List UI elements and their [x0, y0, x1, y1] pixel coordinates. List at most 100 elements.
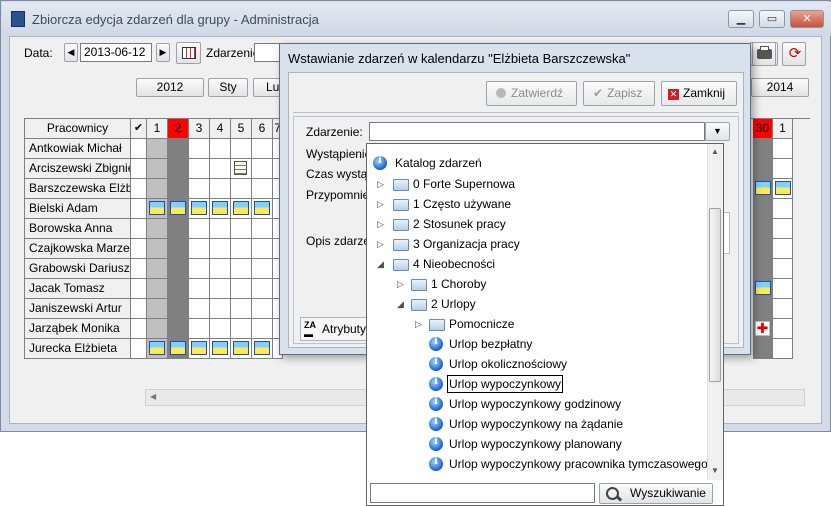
day-cell[interactable]: [773, 179, 793, 199]
close-window-button[interactable]: ✕: [790, 10, 824, 28]
day-cell[interactable]: [147, 259, 168, 279]
employee-name[interactable]: Bielski Adam: [25, 199, 131, 219]
expand-arrow[interactable]: ▷: [415, 319, 422, 330]
day-cell[interactable]: [753, 239, 773, 259]
day-cell[interactable]: [252, 299, 273, 319]
day-cell[interactable]: [753, 339, 773, 359]
day-cell[interactable]: [773, 279, 793, 299]
employee-name[interactable]: Jacak Tomasz: [25, 279, 131, 299]
day-cell[interactable]: [231, 319, 252, 339]
day-cell[interactable]: [189, 199, 210, 219]
day-cell[interactable]: [252, 279, 273, 299]
event-marker-icon[interactable]: [170, 341, 186, 355]
tree-item-urlop-na-zadanie[interactable]: Urlop wypoczynkowy na żądanie: [449, 416, 623, 432]
tree-item-pomocnicze[interactable]: Pomocnicze: [449, 316, 514, 332]
day-cell[interactable]: [252, 239, 273, 259]
day-cell[interactable]: [189, 219, 210, 239]
day-cell[interactable]: [231, 179, 252, 199]
day-cell[interactable]: [147, 239, 168, 259]
event-marker-icon[interactable]: [233, 341, 249, 355]
day-cell[interactable]: [231, 259, 252, 279]
day-cell[interactable]: [147, 179, 168, 199]
day-cell[interactable]: [168, 279, 189, 299]
minimize-button[interactable]: ▁: [728, 10, 754, 28]
row-checkbox-cell[interactable]: [131, 219, 147, 239]
day-cell[interactable]: [168, 299, 189, 319]
year-left-button[interactable]: 2012: [136, 78, 204, 97]
row-checkbox-cell[interactable]: [131, 319, 147, 339]
day-cell[interactable]: [210, 259, 231, 279]
tree-item-forte[interactable]: 0 Forte Supernowa: [413, 176, 515, 192]
day-cell[interactable]: [252, 159, 273, 179]
collapse-arrow[interactable]: ◢: [377, 259, 384, 270]
row-checkbox-cell[interactable]: [131, 159, 147, 179]
day-cell[interactable]: [773, 199, 793, 219]
day-cell[interactable]: [189, 299, 210, 319]
event-marker-icon[interactable]: [755, 181, 771, 195]
tree-item-urlop-bezplatny[interactable]: Urlop bezpłatny: [449, 336, 532, 352]
day-header-2[interactable]: 2: [168, 119, 189, 139]
day-cell[interactable]: [189, 179, 210, 199]
scroll-down-arrow[interactable]: ▼: [711, 466, 719, 475]
employee-name[interactable]: Jurecka Elżbieta: [25, 339, 131, 359]
day-cell[interactable]: [252, 259, 273, 279]
collapse-arrow[interactable]: ◢: [397, 299, 404, 310]
day-cell[interactable]: [210, 219, 231, 239]
day-cell[interactable]: [189, 279, 210, 299]
tree-item-urlop-tymczasowego[interactable]: Urlop wypoczynkowy pracownika tymczasowe…: [449, 456, 707, 472]
day-header-30[interactable]: 30: [753, 119, 773, 139]
day-cell[interactable]: [753, 299, 773, 319]
sick-leave-icon[interactable]: ✚: [755, 321, 770, 336]
confirm-button[interactable]: Zatwierdź: [486, 81, 577, 106]
employee-name[interactable]: Arciszewski Zbignie: [25, 159, 131, 179]
day-cell[interactable]: [773, 319, 793, 339]
expand-arrow[interactable]: ▷: [377, 219, 384, 230]
save-button[interactable]: ✔ Zapisz: [583, 81, 655, 106]
employee-name[interactable]: Barszczewska Elżbie: [25, 179, 131, 199]
row-checkbox-cell[interactable]: [131, 199, 147, 219]
day-cell[interactable]: [189, 139, 210, 159]
day-cell[interactable]: [252, 339, 273, 359]
event-field-dropdown-button[interactable]: ▼: [705, 122, 730, 141]
day-cell[interactable]: [210, 159, 231, 179]
expand-arrow[interactable]: ▷: [377, 179, 384, 190]
day-cell[interactable]: [753, 199, 773, 219]
day-cell[interactable]: [168, 139, 189, 159]
day-cell[interactable]: [210, 279, 231, 299]
tree-item-urlop-wypoczynkowy[interactable]: Urlop wypoczynkowy: [447, 375, 564, 393]
expand-arrow[interactable]: ▷: [377, 239, 384, 250]
employee-name[interactable]: Borowska Anna: [25, 219, 131, 239]
employee-name[interactable]: Jarząbek Monika: [25, 319, 131, 339]
day-cell[interactable]: [210, 299, 231, 319]
day-cell[interactable]: [773, 219, 793, 239]
day-cell[interactable]: [210, 179, 231, 199]
day-cell[interactable]: [753, 279, 773, 299]
day-cell[interactable]: [231, 299, 252, 319]
day-cell[interactable]: [210, 339, 231, 359]
event-marker-icon[interactable]: [775, 181, 791, 195]
tree-item-czesto[interactable]: 1 Często używane: [413, 196, 511, 212]
event-field-input[interactable]: [369, 122, 705, 141]
event-marker-icon[interactable]: [254, 341, 270, 355]
day-cell[interactable]: [189, 339, 210, 359]
expand-arrow[interactable]: ▷: [377, 199, 384, 210]
day-cell[interactable]: [210, 239, 231, 259]
tree-vertical-scrollbar[interactable]: ▲ ▼: [707, 144, 723, 480]
day-cell[interactable]: [753, 259, 773, 279]
day-header-1[interactable]: 1: [147, 119, 168, 139]
expand-arrow[interactable]: ▷: [397, 279, 404, 290]
row-checkbox-cell[interactable]: [131, 239, 147, 259]
tree-item-urlop-okolicznosciowy[interactable]: Urlop okolicznościowy: [449, 356, 567, 372]
day-cell[interactable]: [168, 159, 189, 179]
day-cell[interactable]: [773, 139, 793, 159]
day-cell[interactable]: [231, 279, 252, 299]
scroll-thumb[interactable]: [709, 208, 721, 382]
day-cell[interactable]: ✚: [753, 319, 773, 339]
day-header-3[interactable]: 3: [189, 119, 210, 139]
day-cell[interactable]: [773, 339, 793, 359]
event-marker-icon[interactable]: [149, 201, 165, 215]
event-marker-icon[interactable]: [212, 341, 228, 355]
day-cell[interactable]: [252, 319, 273, 339]
event-marker-icon[interactable]: [191, 201, 207, 215]
tree-item-choroby[interactable]: 1 Choroby: [431, 276, 486, 292]
